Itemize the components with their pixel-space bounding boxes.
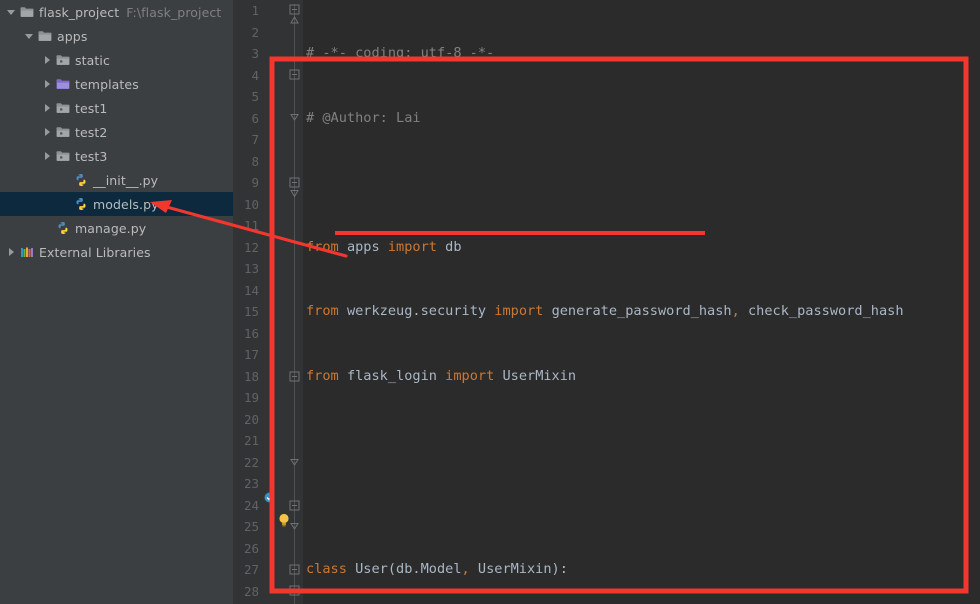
tree-label-test3: test3: [75, 148, 108, 164]
editor-gutter[interactable]: 1 2 3 4 5 6 7 8 9 10 11 12 13 14 15 16 1…: [233, 0, 303, 604]
chevron-right-icon[interactable]: [40, 144, 54, 168]
tree-label-models-py: models.py: [93, 196, 159, 212]
line-number: 25: [243, 519, 259, 534]
tree-label-test1: test1: [75, 100, 108, 116]
chevron-right-icon[interactable]: [40, 96, 54, 120]
tree-row-static[interactable]: static: [0, 48, 233, 72]
code-line-9: class User(db.Model, UserMixin):: [306, 561, 568, 577]
tree-row-test1[interactable]: test1: [0, 96, 233, 120]
implementing-method-icon[interactable]: [263, 488, 279, 504]
chevron-right-icon[interactable]: [40, 48, 54, 72]
line-number: 24: [243, 497, 259, 513]
templates-folder-icon: [54, 72, 72, 96]
libraries-icon: [18, 240, 36, 264]
fold-arrow-icon[interactable]: [288, 187, 301, 200]
line-number: 14: [243, 282, 259, 298]
chevron-right-icon[interactable]: [4, 240, 18, 264]
line-number: 5: [251, 89, 259, 104]
tree-label-manage-py: manage.py: [75, 220, 147, 236]
tree-label-test2: test2: [75, 124, 108, 140]
intention-bulb-icon[interactable]: [277, 512, 291, 528]
tree-label-static: static: [75, 52, 110, 68]
chevron-right-icon[interactable]: [40, 72, 54, 96]
fold-end-icon[interactable]: [288, 14, 301, 27]
code-text[interactable]: # -*- coding: utf-8 -*- # @Author: Lai f…: [303, 0, 980, 604]
line-number: 17: [243, 347, 259, 362]
tree-row-apps[interactable]: apps: [0, 24, 233, 48]
line-number: 23: [243, 476, 259, 491]
tree-row-init-py[interactable]: __init__.py: [0, 168, 233, 192]
line-number: 15: [243, 304, 259, 319]
fold-collapse-icon[interactable]: [288, 370, 301, 383]
tree-label-templates: templates: [75, 76, 139, 92]
line-number: 16: [243, 325, 259, 341]
no-twisty: [58, 168, 72, 192]
line-number: 10: [243, 196, 259, 212]
tree-row-project-root[interactable]: flask_project F:\flask_project: [0, 0, 233, 24]
code-line-4: from apps import db: [306, 238, 462, 255]
source-folder-icon: [54, 96, 72, 120]
fold-end-icon[interactable]: [288, 456, 301, 469]
tree-row-templates[interactable]: templates: [0, 72, 233, 96]
line-number: 8: [251, 153, 259, 169]
line-number: 7: [251, 132, 259, 147]
line-number: 27: [243, 562, 259, 577]
project-tool-window[interactable]: flask_project F:\flask_project apps stat…: [0, 0, 233, 604]
line-number: 21: [243, 433, 259, 448]
line-number: 20: [243, 411, 259, 427]
chevron-right-icon[interactable]: [40, 120, 54, 144]
folder-icon: [18, 0, 36, 24]
line-number: 9: [251, 175, 259, 190]
tree-label-apps: apps: [57, 28, 88, 44]
chevron-down-icon[interactable]: [4, 0, 18, 24]
line-number: 22: [243, 454, 259, 470]
line-number: 18: [243, 368, 259, 384]
line-number: 19: [243, 390, 259, 405]
python-file-icon: [72, 192, 90, 216]
fold-collapse-icon[interactable]: [288, 68, 301, 81]
fold-end-icon[interactable]: [288, 111, 301, 124]
line-number: 2: [251, 24, 259, 40]
pycharm-window: flask_project F:\flask_project apps stat…: [0, 0, 980, 604]
fold-end-icon[interactable]: [288, 584, 301, 597]
fold-collapse-icon[interactable]: [288, 499, 301, 512]
line-number: 6: [251, 110, 259, 126]
tree-row-external-libraries[interactable]: External Libraries: [0, 240, 233, 264]
chevron-down-icon[interactable]: [22, 24, 36, 48]
line-number: 13: [243, 261, 259, 276]
tree-row-test2[interactable]: test2: [0, 120, 233, 144]
source-folder-icon: [54, 120, 72, 144]
line-number: 12: [243, 239, 259, 255]
source-folder-icon: [54, 144, 72, 168]
no-twisty: [40, 216, 54, 240]
tree-label-project-path: F:\flask_project: [126, 4, 222, 20]
code-line-6: from flask_login import UserMixin: [306, 367, 577, 384]
line-number: 11: [243, 218, 259, 233]
line-number: 26: [243, 540, 259, 556]
source-folder-icon: [54, 48, 72, 72]
tree-label-project-root: flask_project: [39, 4, 120, 20]
code-line-5: from werkzeug.security import generate_p…: [306, 303, 904, 319]
code-editor[interactable]: 1 2 3 4 5 6 7 8 9 10 11 12 13 14 15 16 1…: [233, 0, 980, 604]
tree-row-test3[interactable]: test3: [0, 144, 233, 168]
python-file-icon: [54, 216, 72, 240]
line-number: 1: [251, 3, 259, 18]
tree-row-models-py[interactable]: models.py: [0, 192, 233, 216]
folder-icon: [36, 24, 54, 48]
code-line-2: # @Author: Lai: [306, 109, 421, 126]
tree-label-init-py: __init__.py: [93, 172, 159, 188]
tree-label-external-libraries: External Libraries: [39, 244, 151, 260]
editor-scrollbar[interactable]: [968, 0, 980, 604]
line-number: 3: [251, 46, 259, 61]
line-number: 4: [251, 67, 259, 83]
line-number: 28: [243, 583, 259, 599]
no-twisty: [58, 192, 72, 216]
fold-collapse-icon[interactable]: [288, 563, 301, 576]
code-line-1: # -*- coding: utf-8 -*-: [306, 45, 495, 61]
tree-row-manage-py[interactable]: manage.py: [0, 216, 233, 240]
python-file-icon: [72, 168, 90, 192]
